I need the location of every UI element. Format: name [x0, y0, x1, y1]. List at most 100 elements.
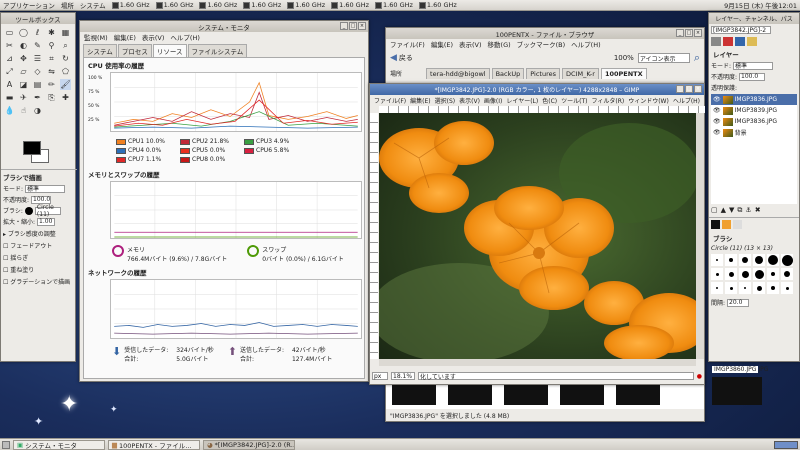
cage-icon[interactable]: ⬠: [60, 66, 71, 77]
color-swatch[interactable]: [116, 156, 126, 163]
text-icon[interactable]: A: [4, 79, 15, 90]
option-gradient[interactable]: ☐ グラデーションで描画: [3, 277, 75, 286]
ellipse-select-icon[interactable]: ◯: [18, 27, 29, 38]
menu-go[interactable]: 移動(G): [488, 39, 511, 49]
color-swatch[interactable]: [244, 138, 254, 145]
workspace-switcher[interactable]: [774, 440, 798, 449]
menu-help[interactable]: ヘルプ(H): [571, 39, 600, 49]
clock[interactable]: 9月15日 (木) 午後12:01: [724, 0, 797, 10]
cpufreq-8[interactable]: 1.60 GHz: [418, 1, 457, 9]
brush-swatch[interactable]: [739, 254, 751, 266]
horizontal-ruler[interactable]: [379, 106, 705, 113]
maximize-icon[interactable]: □: [685, 29, 693, 37]
menu-colors[interactable]: 色(C): [542, 96, 557, 105]
places-menu[interactable]: 場所: [61, 0, 74, 10]
rotate-icon[interactable]: ↻: [60, 53, 71, 64]
ink-icon[interactable]: ✒: [32, 92, 43, 103]
brush-swatch[interactable]: [725, 254, 737, 266]
scissors-icon[interactable]: ✂: [4, 40, 15, 51]
blur-icon[interactable]: 💧: [4, 105, 15, 116]
cpufreq-1[interactable]: 1.60 GHz: [111, 1, 150, 9]
location-label[interactable]: 場所: [390, 69, 402, 78]
file-thumbnail[interactable]: [616, 385, 660, 405]
path-segment[interactable]: Pictures: [526, 68, 561, 79]
layer-opacity-field[interactable]: 100.0: [739, 72, 766, 81]
brush-swatch[interactable]: [711, 282, 723, 294]
menu-file[interactable]: ファイル(F): [374, 96, 406, 105]
menu-file[interactable]: ファイル(F): [390, 39, 425, 49]
brush-swatch[interactable]: [711, 268, 723, 280]
brush-swatch[interactable]: [767, 254, 779, 266]
brush-swatch[interactable]: [781, 254, 793, 266]
blend-icon[interactable]: ▤: [32, 79, 43, 90]
flip-icon[interactable]: ⇋: [46, 66, 57, 77]
scale-field[interactable]: 1.00: [37, 217, 56, 226]
foreground-select-icon[interactable]: ◐: [18, 40, 29, 51]
option-dynamics[interactable]: ▸ ブラシ感度の調整: [3, 229, 75, 238]
rect-select-icon[interactable]: ▭: [4, 27, 15, 38]
menu-edit[interactable]: 編集(E): [431, 39, 453, 49]
menu-select[interactable]: 選択(S): [435, 96, 456, 105]
align-icon[interactable]: ☰: [32, 53, 43, 64]
tab-resources[interactable]: リソース: [152, 44, 187, 57]
menu-view[interactable]: 表示(V): [459, 39, 482, 49]
tab-filesystems[interactable]: ファイルシステム: [187, 44, 248, 57]
menu-monitor[interactable]: 監視(M): [84, 32, 108, 42]
layer-row[interactable]: 👁 IMGP3836.JPG: [711, 94, 797, 105]
minimize-icon[interactable]: _: [676, 85, 684, 93]
sysmon-titlebar[interactable]: システム・モニタ _ □ ×: [80, 21, 368, 32]
airbrush-icon[interactable]: ✈: [18, 92, 29, 103]
menu-help[interactable]: ヘルプ(H): [673, 96, 700, 105]
eye-icon[interactable]: 👁: [713, 107, 721, 114]
vertical-ruler[interactable]: [370, 113, 378, 359]
menu-windows[interactable]: ウィンドウ(W): [628, 96, 669, 105]
paths-icon[interactable]: ✎: [32, 40, 43, 51]
taskbar-button[interactable]: ▆ 100PENTX - ファイル…: [108, 439, 200, 450]
measure-icon[interactable]: ⊿: [4, 53, 15, 64]
cpufreq-7[interactable]: 1.60 GHz: [375, 1, 413, 9]
cpufreq-5[interactable]: 1.60 GHz: [287, 1, 325, 9]
menu-tools[interactable]: ツール(T): [561, 96, 587, 105]
undo-tab-icon[interactable]: [747, 37, 757, 46]
eye-icon[interactable]: 👁: [713, 96, 721, 103]
swap-pie-icon[interactable]: [247, 245, 260, 257]
brush-swatch[interactable]: [781, 268, 793, 280]
menu-layer[interactable]: レイヤー(L): [506, 96, 538, 105]
menu-bookmarks[interactable]: ブックマーク(B): [517, 39, 566, 49]
photo-image[interactable]: [369, 113, 709, 363]
file-thumbnail[interactable]: [712, 377, 762, 405]
menu-image[interactable]: 画像(I): [484, 96, 502, 105]
tab-processes[interactable]: プロセス: [117, 44, 152, 57]
layer-mode-select[interactable]: 標準: [733, 61, 774, 70]
brush-swatch[interactable]: [753, 282, 765, 294]
color-picker-icon[interactable]: ⚲: [46, 40, 57, 51]
memory-pie-icon[interactable]: [112, 245, 124, 257]
cpufreq-3[interactable]: 1.60 GHz: [199, 1, 237, 9]
eye-icon[interactable]: 👁: [713, 129, 721, 136]
search-icon[interactable]: ⌕: [694, 51, 700, 65]
layer-row[interactable]: 👁 IMGP3839.JPG: [711, 105, 797, 116]
path-segment[interactable]: tera-hdd@bigowl: [426, 68, 490, 79]
clone-icon[interactable]: ⎘: [46, 92, 57, 103]
brush-field[interactable]: Circle (11): [34, 204, 61, 218]
minimize-icon[interactable]: _: [676, 29, 684, 37]
back-button[interactable]: ◀ 戻る: [390, 53, 413, 63]
image-select[interactable]: [IMGP3842.JPG]-2: [711, 26, 771, 34]
zoom-select[interactable]: 18.1%: [391, 372, 415, 380]
free-select-icon[interactable]: ℓ: [32, 27, 43, 38]
option-incremental[interactable]: ☐ 重ね塗り: [3, 265, 75, 274]
menu-filters[interactable]: フィルタ(R): [591, 96, 624, 105]
color-swatch[interactable]: [180, 156, 190, 163]
zoom-icon[interactable]: ⌕: [60, 40, 71, 51]
applications-menu[interactable]: アプリケーション: [3, 0, 55, 10]
paths-tab-icon[interactable]: [735, 37, 745, 46]
layers-titlebar[interactable]: レイヤー、チャンネル、パス: [709, 13, 799, 24]
brushes-tab-icon[interactable]: [711, 220, 720, 229]
brush-swatch[interactable]: [739, 282, 751, 294]
close-icon[interactable]: ×: [694, 29, 702, 37]
color-swatch[interactable]: [116, 147, 126, 154]
lower-layer-icon[interactable]: ▼: [729, 206, 734, 215]
fuzzy-select-icon[interactable]: ✱: [46, 27, 57, 38]
file-thumbnail[interactable]: [560, 385, 604, 405]
eye-icon[interactable]: 👁: [713, 118, 721, 125]
